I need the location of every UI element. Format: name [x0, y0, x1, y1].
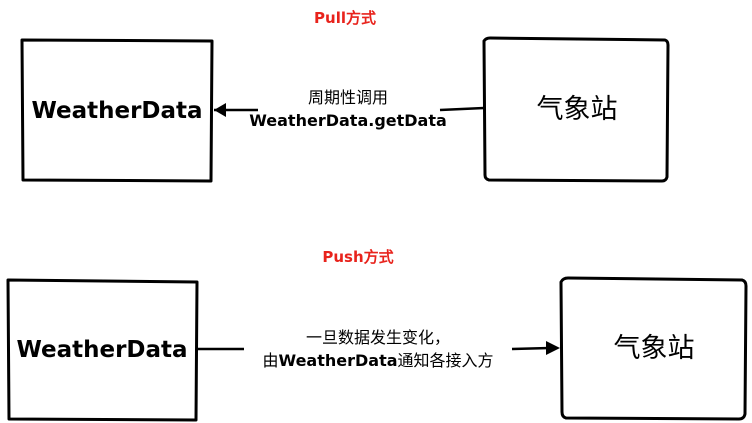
pull-weatherdata-label: WeatherData [31, 98, 202, 124]
diagram-canvas: Pull方式 WeatherData 气象站 周期性调用 WeatherData… [6, 9, 748, 422]
pull-arrowhead [214, 103, 226, 117]
pull-title: Pull方式 [314, 9, 376, 27]
pull-station-label: 气象站 [537, 94, 618, 125]
push-station-label: 气象站 [614, 333, 695, 364]
push-arrowhead [546, 341, 560, 355]
push-arrow-right-segment [511, 346, 551, 351]
push-edge-label-line2: 由WeatherData通知各接入方 [262, 351, 493, 370]
push-edge-label-line1: 一旦数据发生变化， [306, 328, 450, 347]
pull-arrow-right-segment [439, 106, 485, 112]
push-edge-label-line2-pre: 由 [262, 351, 278, 370]
push-weatherdata-label: WeatherData [16, 337, 187, 363]
pull-edge-label-line2: WeatherData.getData [249, 111, 447, 130]
pull-edge-label-line1: 周期性调用 [308, 88, 388, 107]
push-edge-label-line2-bold: WeatherData [278, 351, 397, 370]
push-title: Push方式 [322, 248, 393, 266]
push-edge-label-line2-post: 通知各接入方 [398, 351, 494, 370]
